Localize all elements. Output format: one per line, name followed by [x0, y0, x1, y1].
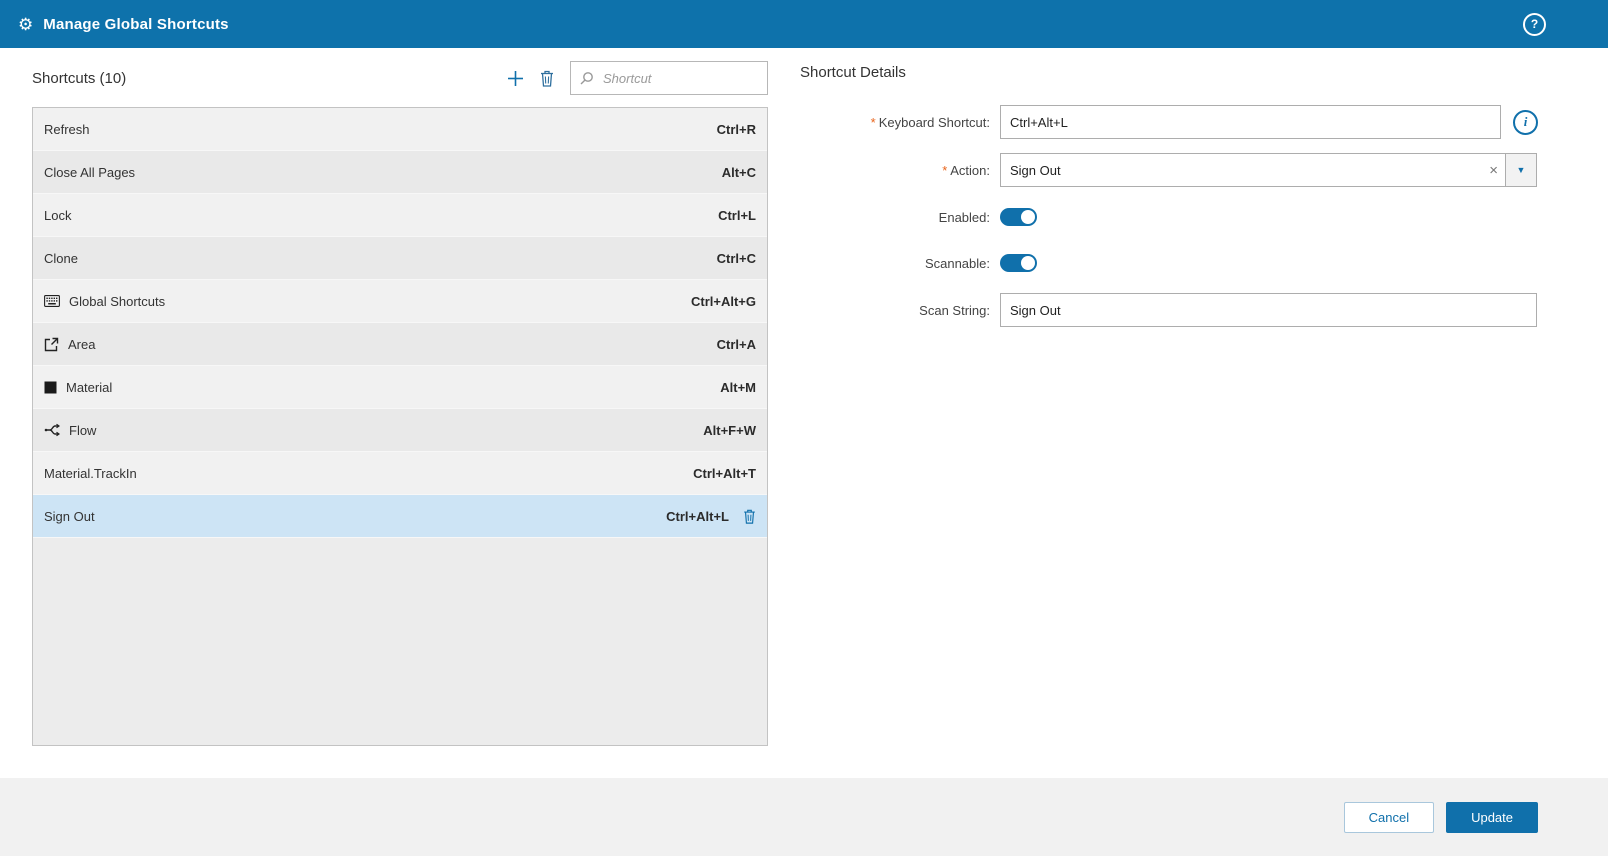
scan-string-input[interactable]	[1000, 293, 1537, 327]
shortcut-keys: Ctrl+C	[716, 250, 756, 266]
shortcut-keys: Ctrl+L	[718, 207, 756, 223]
action-dropdown-button[interactable]: ▼	[1506, 153, 1537, 187]
material-icon	[44, 381, 57, 394]
flow-icon	[44, 423, 60, 437]
action-row: *Action: × ▼	[800, 153, 1538, 187]
shortcut-name: Global Shortcuts	[69, 293, 166, 309]
shortcut-keys: Ctrl+Alt+L	[666, 508, 729, 524]
required-asterisk: *	[870, 114, 876, 130]
shortcut-name: Flow	[69, 422, 97, 438]
shortcut-keys: Alt+F+W	[703, 422, 756, 438]
main-content: Shortcuts (10) Shortcut Refresh Ctrl+R C…	[0, 48, 1608, 778]
scan-string-row: Scan String:	[800, 293, 1538, 327]
enabled-label: Enabled:	[938, 209, 990, 225]
add-shortcut-button[interactable]	[507, 70, 524, 87]
shortcut-name: Sign Out	[44, 508, 95, 524]
action-combobox: × ▼	[1000, 153, 1537, 187]
shortcut-name: Material	[66, 379, 113, 395]
keyboard-shortcut-input[interactable]	[1000, 105, 1501, 139]
action-input-wrap: ×	[1000, 153, 1506, 187]
list-item-sign-out[interactable]: Sign Out Ctrl+Alt+L	[33, 495, 767, 538]
shortcut-name: Close All Pages	[44, 164, 136, 180]
shortcuts-gear-icon: ⚙	[18, 14, 34, 34]
list-item-area[interactable]: Area Ctrl+A	[33, 323, 767, 366]
list-item-close-all-pages[interactable]: Close All Pages Alt+C	[33, 151, 767, 194]
shortcut-keys: Ctrl+Alt+G	[690, 293, 756, 309]
keyboard-shortcut-row: *Keyboard Shortcut: i	[800, 105, 1538, 139]
scan-string-label: Scan String:	[919, 302, 990, 318]
shortcuts-list: Refresh Ctrl+R Close All Pages Alt+C Loc…	[32, 107, 768, 746]
keyboard-shortcut-label: * Keyboard Shortcut:	[870, 114, 990, 130]
manage-global-shortcuts-window: ⚙ Manage Global Shortcuts ? Shortcuts (1…	[0, 0, 1608, 856]
keyboard-icon	[44, 295, 60, 307]
list-item-refresh[interactable]: Refresh Ctrl+R	[33, 108, 767, 151]
shortcut-keys: Alt+C	[721, 164, 756, 180]
trash-icon	[541, 70, 553, 87]
list-item-flow[interactable]: Flow Alt+F+W	[33, 409, 767, 452]
delete-row-trash-icon[interactable]	[743, 509, 756, 524]
help-icon[interactable]: ?	[1523, 12, 1546, 36]
list-item-global-shortcuts[interactable]: Global Shortcuts Ctrl+Alt+G	[33, 280, 767, 323]
shortcuts-panel: Shortcuts (10) Shortcut Refresh Ctrl+R C…	[32, 58, 768, 778]
info-icon[interactable]: i	[1513, 109, 1538, 135]
details-title: Shortcut Details	[800, 64, 906, 81]
shortcut-keys: Ctrl+A	[716, 336, 756, 352]
delete-shortcut-button[interactable]	[540, 70, 554, 87]
shortcut-name: Clone	[44, 250, 78, 266]
shortcut-details-panel: Shortcut Details *Keyboard Shortcut: i *…	[768, 58, 1538, 778]
toolbar-actions	[507, 61, 768, 95]
shortcut-keys: Ctrl+R	[716, 121, 756, 137]
clear-icon[interactable]: ×	[1489, 153, 1498, 187]
scannable-label: Scannable:	[924, 255, 990, 271]
required-asterisk: *	[942, 162, 948, 178]
shortcut-name: Refresh	[44, 121, 90, 137]
update-button[interactable]: Update	[1446, 801, 1538, 833]
scannable-toggle[interactable]	[1000, 254, 1037, 272]
list-item-material-trackin[interactable]: Material.TrackIn Ctrl+Alt+T	[33, 452, 767, 495]
enabled-toggle[interactable]	[1000, 208, 1037, 226]
area-icon	[44, 337, 59, 352]
shortcut-name: Area	[68, 336, 96, 352]
shortcut-keys: Ctrl+Alt+T	[693, 465, 756, 481]
action-label: * Action:	[942, 162, 990, 178]
shortcuts-toolbar: Shortcuts (10)	[32, 58, 768, 98]
shortcut-name: Material.TrackIn	[44, 465, 137, 481]
title-bar: ⚙ Manage Global Shortcuts ?	[0, 0, 1608, 48]
action-input[interactable]	[1000, 153, 1506, 187]
shortcut-search-box	[570, 61, 768, 95]
cancel-button[interactable]: Cancel	[1343, 801, 1435, 833]
enabled-row: Enabled:	[800, 201, 1538, 233]
shortcut-name: Lock	[44, 207, 72, 223]
shortcut-keys: Alt+M	[720, 379, 756, 395]
chevron-down-icon: ▼	[1516, 164, 1526, 175]
add-icon	[508, 70, 523, 86]
window-title: Manage Global Shortcuts	[43, 15, 229, 33]
shortcut-search-input[interactable]	[601, 69, 758, 87]
list-item-clone[interactable]: Clone Ctrl+C	[33, 237, 767, 280]
footer-bar: Cancel Update	[0, 778, 1608, 856]
search-icon	[580, 72, 593, 85]
list-item-material[interactable]: Material Alt+M	[33, 366, 767, 409]
shortcuts-count-title: Shortcuts (10)	[32, 69, 127, 87]
scannable-row: Scannable:	[800, 247, 1538, 279]
list-item-lock[interactable]: Lock Ctrl+L	[33, 194, 767, 237]
